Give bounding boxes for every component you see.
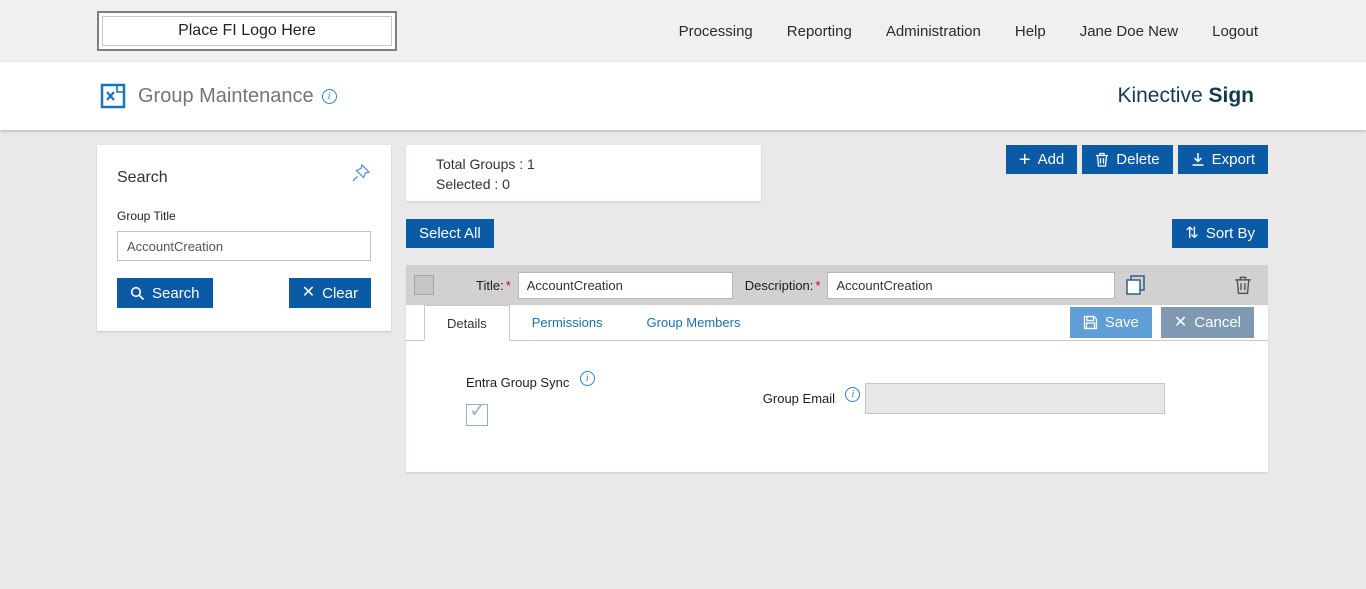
search-panel: Search Group Title Search ✕ C bbox=[97, 145, 391, 331]
tab-details-label: Details bbox=[447, 316, 487, 331]
row-trash-icon[interactable] bbox=[1234, 275, 1252, 295]
top-bar: Place FI Logo Here Processing Reporting … bbox=[0, 0, 1366, 62]
delete-button[interactable]: Delete bbox=[1082, 145, 1172, 174]
top-navigation: Processing Reporting Administration Help… bbox=[679, 23, 1258, 40]
nav-administration[interactable]: Administration bbox=[886, 23, 981, 40]
save-floppy-icon bbox=[1083, 315, 1098, 330]
page-title: Group Maintenance bbox=[138, 85, 314, 108]
toolbar: + Add Delete bbox=[1006, 145, 1268, 174]
brand-regular: Kinective bbox=[1117, 84, 1202, 107]
export-button-label: Export bbox=[1212, 151, 1255, 168]
search-button-label: Search bbox=[152, 285, 200, 302]
pin-icon[interactable] bbox=[351, 163, 371, 183]
sort-by-button-label: Sort By bbox=[1206, 225, 1255, 242]
save-button-label: Save bbox=[1105, 314, 1139, 331]
content-area: Search Group Title Search ✕ C bbox=[0, 130, 1366, 589]
nav-processing[interactable]: Processing bbox=[679, 23, 753, 40]
group-row: Title:* Description:* bbox=[406, 265, 1268, 305]
main-column: Total Groups : 1 Selected : 0 + Add bbox=[406, 145, 1268, 472]
search-panel-title: Search bbox=[117, 163, 168, 187]
tab-permissions-label: Permissions bbox=[532, 315, 603, 330]
search-button[interactable]: Search bbox=[117, 278, 213, 308]
search-icon bbox=[130, 286, 145, 301]
clear-x-icon: ✕ bbox=[302, 285, 315, 301]
group-row-checkbox[interactable] bbox=[414, 275, 434, 295]
delete-trash-icon bbox=[1095, 152, 1109, 167]
group-title-field[interactable] bbox=[518, 272, 733, 299]
title-required-marker: * bbox=[506, 278, 511, 293]
nav-user-jane-doe-new[interactable]: Jane Doe New bbox=[1080, 23, 1178, 40]
fi-logo-text: Place FI Logo Here bbox=[178, 22, 316, 40]
delete-button-label: Delete bbox=[1116, 151, 1159, 168]
add-button-label: Add bbox=[1038, 151, 1065, 168]
group-email-field: Group Email i bbox=[763, 371, 1165, 426]
add-plus-icon: + bbox=[1019, 150, 1031, 170]
export-download-icon bbox=[1191, 152, 1205, 167]
group-title-input[interactable] bbox=[117, 231, 371, 261]
cancel-button-label: Cancel bbox=[1194, 314, 1241, 331]
nav-help[interactable]: Help bbox=[1015, 23, 1046, 40]
group-email-info-icon[interactable]: i bbox=[845, 387, 860, 402]
nav-reporting[interactable]: Reporting bbox=[787, 23, 852, 40]
brand-bold: Sign bbox=[1209, 84, 1255, 107]
cancel-x-icon: ✕ bbox=[1174, 315, 1187, 331]
description-label: Description:* bbox=[745, 278, 821, 293]
tab-permissions[interactable]: Permissions bbox=[510, 305, 625, 340]
brand-logo: Kinective Sign bbox=[1117, 84, 1254, 108]
tab-group-members-label: Group Members bbox=[647, 315, 741, 330]
tab-group-members[interactable]: Group Members bbox=[625, 305, 763, 340]
entra-group-sync-checkbox[interactable]: ✓ bbox=[466, 404, 488, 426]
entra-group-sync-info-icon[interactable]: i bbox=[580, 371, 595, 386]
clear-button[interactable]: ✕ Clear bbox=[289, 278, 371, 308]
entra-group-sync-field: Entra Group Sync i ✓ bbox=[466, 371, 595, 426]
selected-count-text: Selected : 0 bbox=[436, 174, 761, 194]
export-button[interactable]: Export bbox=[1178, 145, 1268, 174]
total-groups-text: Total Groups : 1 bbox=[436, 154, 761, 174]
nav-logout[interactable]: Logout bbox=[1212, 23, 1258, 40]
tab-details[interactable]: Details bbox=[424, 305, 510, 341]
add-button[interactable]: + Add bbox=[1006, 145, 1077, 174]
sort-arrows-icon: ⇅ bbox=[1185, 226, 1198, 242]
fi-logo-placeholder: Place FI Logo Here bbox=[97, 11, 397, 51]
group-email-label: Group Email bbox=[763, 391, 835, 406]
entra-group-sync-label: Entra Group Sync bbox=[466, 375, 569, 390]
title-label: Title:* bbox=[476, 278, 511, 293]
checkmark-icon: ✓ bbox=[469, 398, 487, 423]
group-email-input bbox=[865, 383, 1165, 414]
group-maintenance-page-icon bbox=[100, 83, 126, 109]
group-detail-panel: Details Permissions Group Members bbox=[406, 305, 1268, 472]
tabs-row: Details Permissions Group Members bbox=[406, 305, 1268, 341]
group-title-label: Group Title bbox=[117, 209, 371, 223]
page-header: Group Maintenance i Kinective Sign bbox=[0, 62, 1366, 130]
details-tab-content: Entra Group Sync i ✓ Group Email i bbox=[406, 341, 1268, 426]
select-all-button[interactable]: Select All bbox=[406, 219, 494, 248]
page-info-icon[interactable]: i bbox=[322, 89, 337, 104]
sort-by-button[interactable]: ⇅ Sort By bbox=[1172, 219, 1268, 248]
clear-button-label: Clear bbox=[322, 285, 358, 302]
select-all-button-label: Select All bbox=[419, 225, 481, 242]
save-button[interactable]: Save bbox=[1070, 307, 1152, 338]
panel-actions: Save ✕ Cancel bbox=[1070, 307, 1254, 338]
group-description-field[interactable] bbox=[827, 272, 1115, 299]
description-required-marker: * bbox=[815, 278, 820, 293]
cancel-button[interactable]: ✕ Cancel bbox=[1161, 307, 1254, 338]
copy-icon[interactable] bbox=[1124, 274, 1147, 297]
summary-box: Total Groups : 1 Selected : 0 bbox=[406, 145, 761, 201]
